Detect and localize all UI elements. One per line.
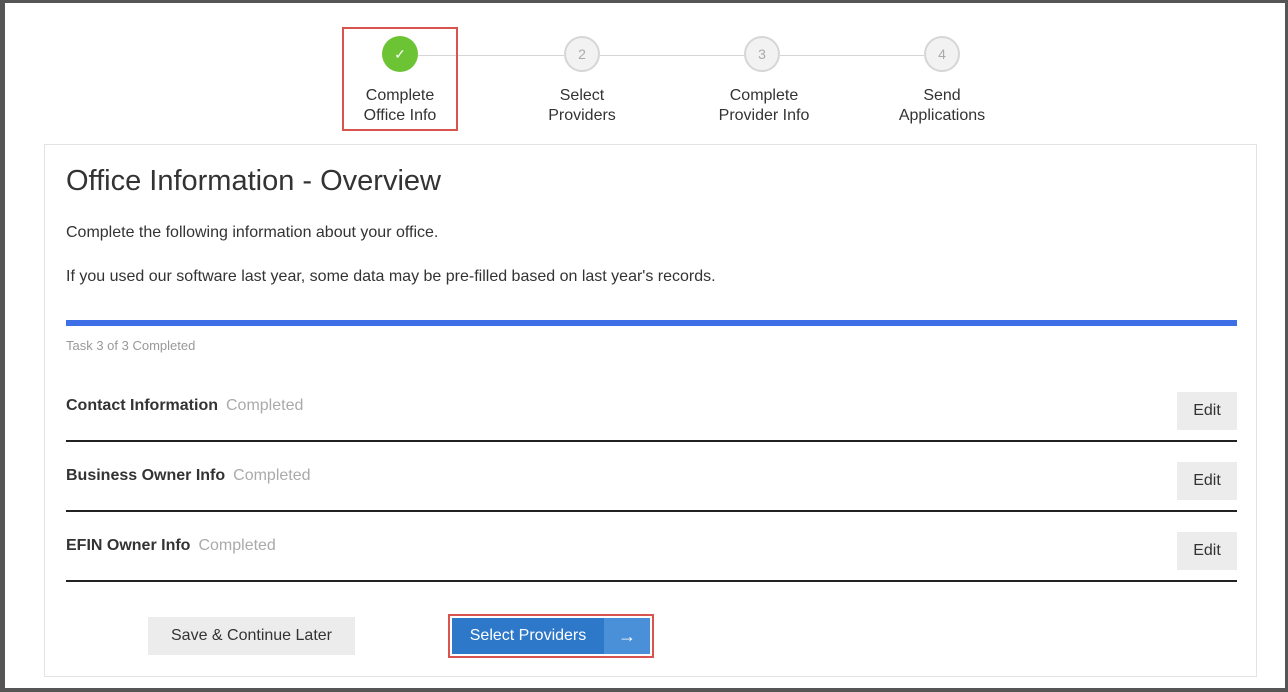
edit-efin-owner-button[interactable]: Edit [1177,532,1237,570]
save-continue-later-button[interactable]: Save & Continue Later [148,617,355,655]
section-status: Completed [233,467,311,484]
next-button-highlight: Select Providers → [448,614,654,658]
page-title: Office Information - Overview [66,165,441,197]
progress-fill [66,320,1237,326]
section-row-contact: Contact Information Completed Edit [66,392,1237,442]
step-2-label[interactable]: Select Providers [548,86,616,126]
active-step-highlight [342,27,458,131]
edit-business-owner-button[interactable]: Edit [1177,462,1237,500]
select-providers-label: Select Providers [452,618,604,654]
intro-text: Complete the following information about… [66,224,439,241]
step-3-circle: 3 [744,36,780,72]
task-status-text: Task 3 of 3 Completed [66,338,196,353]
section-title: Business Owner Info Completed [66,467,311,484]
section-title: EFIN Owner Info Completed [66,537,276,554]
section-status: Completed [198,537,276,554]
prefill-note: If you used our software last year, some… [66,268,716,285]
task-progress-bar [66,320,1237,326]
arrow-right-icon: → [604,618,650,654]
section-row-efin-owner: EFIN Owner Info Completed Edit [66,532,1237,582]
section-row-business-owner: Business Owner Info Completed Edit [66,462,1237,512]
step-3-label[interactable]: Complete Provider Info [719,86,810,126]
step-4-circle: 4 [924,36,960,72]
step-2-circle: 2 [564,36,600,72]
edit-contact-button[interactable]: Edit [1177,392,1237,430]
section-status: Completed [226,397,304,414]
step-4-label[interactable]: Send Applications [899,86,985,126]
section-title: Contact Information Completed [66,397,304,414]
step-connector [780,55,924,56]
select-providers-button[interactable]: Select Providers → [452,618,650,654]
step-connector [600,55,744,56]
